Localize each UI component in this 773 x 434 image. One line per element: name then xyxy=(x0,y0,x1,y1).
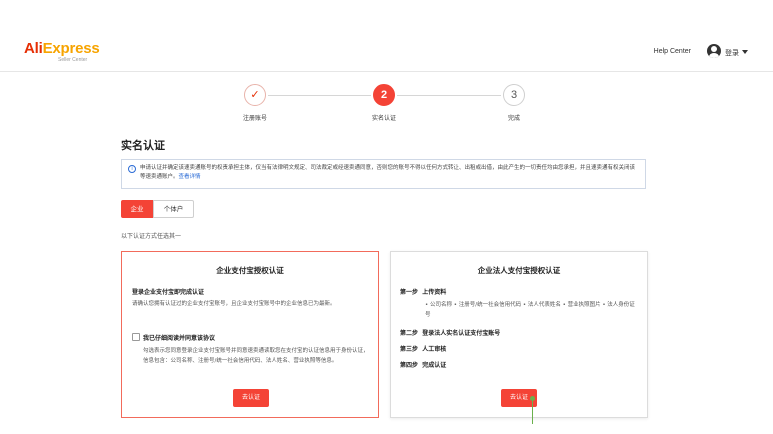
login-link[interactable]: 登录 xyxy=(725,48,739,58)
notice-more-link[interactable]: 查看详情 xyxy=(179,174,201,180)
user-avatar-icon[interactable] xyxy=(707,44,721,58)
process-step-2: 第二步 登录法人实名认证支付宝账号 xyxy=(400,330,501,337)
tab-enterprise[interactable]: 企业 xyxy=(121,200,153,218)
chevron-down-icon[interactable] xyxy=(742,50,748,54)
aliexpress-logo[interactable]: AliExpress xyxy=(24,40,100,57)
info-icon: i xyxy=(128,165,136,173)
card-enterprise-alipay: 企业支付宝授权认证 登录企业支付宝即完成认证 请确认您拥有认证过的企业支付宝账号… xyxy=(121,251,379,418)
step-connector xyxy=(268,95,371,96)
agreement-description: 勾选表示您同意登录企业支付宝账号并同意速卖通读取您在支付宝的认证信息用于身份认证… xyxy=(143,348,369,364)
card-description: 请确认您拥有认证过的企业支付宝账号，且企业支付宝账号中的企业信息已为最新。 xyxy=(132,301,336,307)
card-title: 企业法人支付宝授权认证 xyxy=(477,266,561,275)
page-title: 实名认证 xyxy=(121,139,165,152)
process-step-3: 第三步 人工审核 xyxy=(400,346,447,353)
step-1-check-icon: ✓ xyxy=(244,84,266,106)
process-step-1: 第一步 上传资料 xyxy=(400,289,447,296)
card-title: 企业支付宝授权认证 xyxy=(216,266,284,275)
step-3-label: 完成 xyxy=(507,115,520,122)
step-2-circle: 2 xyxy=(373,84,395,106)
notice-text: 申请认证并确定该速卖通账号的权责承担主体，仅当有法律明文规定、司法裁定或经速卖通… xyxy=(140,165,636,180)
agreement-checkbox[interactable] xyxy=(132,333,140,341)
step-2-label: 实名认证 xyxy=(371,115,396,122)
mouse-cursor-trail xyxy=(532,397,533,424)
notice-banner: i 申请认证并确定该速卖通账号的权责承担主体，仅当有法律明文规定、司法裁定或经速… xyxy=(121,159,646,189)
method-hint: 以下认证方式任选其一 xyxy=(121,233,182,240)
card-legal-person-alipay: 企业法人支付宝授权认证 第一步 上传资料 • 公司名称 • 注册号/统一社会信用… xyxy=(390,251,648,418)
process-step-4: 第四步 完成认证 xyxy=(400,362,447,369)
card-subtitle: 登录企业支付宝即完成认证 xyxy=(132,289,205,296)
verify-button-left[interactable]: 去认证 xyxy=(233,389,269,407)
step-3-circle: 3 xyxy=(503,84,525,106)
process-step-1-desc: • 公司名称 • 注册号/统一社会信用代码 • 法人代表姓名 • 营业执照图片 … xyxy=(425,302,635,318)
agreement-label[interactable]: 我已仔细阅读并同意该协议 xyxy=(143,333,215,342)
step-connector xyxy=(397,95,501,96)
tab-individual[interactable]: 个体户 xyxy=(153,200,194,218)
logo-subtitle: Seller Center xyxy=(58,57,88,63)
top-header: AliExpress Seller Center Help Center 登录 xyxy=(0,0,773,72)
help-center-link[interactable]: Help Center xyxy=(654,48,691,55)
step-1-label: 注册账号 xyxy=(242,115,267,122)
